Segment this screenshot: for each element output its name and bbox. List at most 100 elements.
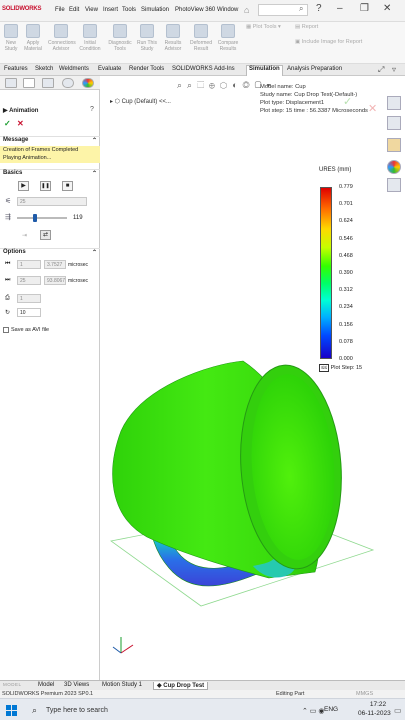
compare-results-button[interactable]: Compare Results (215, 24, 241, 52)
search-icon[interactable]: ⌕ (299, 4, 303, 14)
cancel-icon[interactable]: ✕ (17, 119, 24, 128)
start-frame-field[interactable]: 1 (17, 260, 41, 269)
menu-insert[interactable]: Insert (103, 7, 118, 13)
task-pane-appearance-icon[interactable] (387, 160, 401, 174)
save-avi-label: Save as AVI file (11, 327, 50, 333)
connections-advisor-button[interactable]: Connections Advisor (48, 24, 76, 52)
message-section-header[interactable]: Message ⌃ (0, 136, 100, 145)
tab-model[interactable]: Model (38, 682, 54, 688)
basics-section-header[interactable]: Basics ⌃ (0, 169, 100, 178)
include-image-button[interactable]: ▣ Include Image for Report (295, 39, 362, 45)
menu-file[interactable]: File (55, 7, 65, 13)
status-units[interactable]: MMGS (356, 691, 373, 697)
repeat-field[interactable]: 10 (17, 308, 41, 317)
speed-value: 119 (73, 215, 83, 221)
confirm-corner-cancel-icon[interactable]: ✕ (368, 102, 377, 115)
end-time-field[interactable]: 93.8067 (44, 276, 66, 285)
legend-tick-label: 0.312 (339, 287, 353, 294)
play-button[interactable]: ▶ (18, 181, 29, 191)
deformed-result-button[interactable]: Deformed Result (188, 24, 214, 52)
results-advisor-button[interactable]: Results Advisor (162, 24, 184, 52)
menu-photoview[interactable]: PhotoView 360 (175, 7, 215, 13)
start-frame-icon: ⏮ (5, 261, 11, 267)
language-indicator[interactable]: ENG (324, 706, 338, 713)
taskbar-search-input[interactable]: Type here to search (46, 707, 108, 714)
speed-icon: ⇶ (5, 214, 11, 221)
legend-tick-label: 0.624 (339, 218, 353, 225)
continuous-play-icon[interactable]: ⇥ (22, 232, 27, 239)
legend-title: URES (mm) (319, 167, 352, 173)
pin-icon[interactable]: ⌂ (244, 5, 249, 15)
legend-tick-label: 0.701 (339, 201, 353, 208)
cup-model-svg (110, 360, 375, 654)
menu-edit[interactable]: Edit (69, 7, 79, 13)
notifications-icon[interactable]: ▭ (394, 706, 402, 715)
tab-render-tools[interactable]: Render Tools (127, 66, 166, 72)
task-pane-resources-icon[interactable] (387, 116, 401, 130)
options-section-header[interactable]: Options ⌃ (0, 248, 100, 257)
frames-field[interactable]: 25 (17, 197, 87, 206)
save-avi-checkbox[interactable] (3, 327, 9, 333)
graphics-viewport[interactable]: ▸ ⬡ Cup (Default) <<... ⌕⌕⬚⊕⬡◐◎▢▾ Model … (101, 76, 405, 680)
task-pane-library-icon[interactable] (387, 138, 401, 152)
restore-icon[interactable]: ❐ (360, 3, 369, 14)
tab-3d-views[interactable]: 3D Views (64, 682, 89, 688)
menu-tools[interactable]: Tools (122, 7, 136, 13)
model-name: Model name: Cup (260, 84, 306, 90)
ok-icon[interactable]: ✓ (4, 119, 11, 128)
start-time-field[interactable]: 3.7527 (44, 260, 66, 269)
tab-motion-study[interactable]: Motion Study 1 (102, 682, 142, 688)
initial-condition-button[interactable]: Initial Condition (79, 24, 101, 52)
menu-window[interactable]: Window (217, 7, 238, 13)
expand-icon[interactable]: ⤢ (378, 65, 384, 75)
plot-tools-button[interactable]: ▦ Plot Tools ▾ (246, 24, 281, 30)
pause-button[interactable]: ❚❚ (40, 181, 51, 191)
speed-slider[interactable] (17, 214, 67, 222)
status-bar: SOLIDWORKS Premium 2023 SP0.1 Editing Pa… (0, 690, 405, 698)
stop-button[interactable]: ■ (62, 181, 73, 191)
tab-simulation[interactable]: Simulation (246, 65, 283, 76)
tray-icons[interactable]: ⌃ ▭ ◉ (302, 707, 324, 715)
config-manager-tab[interactable] (42, 78, 54, 88)
help-icon[interactable]: ? (90, 106, 94, 113)
diagnostic-tools-button[interactable]: Diagnostic Tools (107, 24, 133, 52)
close-icon[interactable]: ✕ (383, 3, 391, 14)
clock-date[interactable]: 06-11-2023 (358, 710, 391, 717)
command-tabs: Features Sketch Weldments Evaluate Rende… (0, 64, 405, 76)
start-time-unit: microsec (68, 262, 89, 268)
minimize-icon[interactable]: – (337, 3, 343, 14)
task-pane-home-icon[interactable] (387, 96, 401, 110)
start-button[interactable] (6, 705, 17, 716)
task-pane-custom-props-icon[interactable] (387, 178, 401, 192)
tab-evaluate[interactable]: Evaluate (96, 66, 123, 72)
tab-model-ribbon[interactable]: MODEL (3, 682, 22, 687)
loop-button[interactable]: ⇄ (40, 230, 51, 240)
help-icon[interactable]: ? (316, 3, 322, 14)
speed-slider-thumb[interactable] (33, 214, 38, 222)
document-tabs: MODEL Model 3D Views Motion Study 1 ◆ Cu… (0, 680, 405, 690)
tab-analysis-preparation[interactable]: Analysis Preparation (285, 66, 344, 72)
new-study-button[interactable]: New Study (0, 24, 22, 52)
dimxpert-tab[interactable] (62, 78, 74, 88)
display-manager-tab[interactable] (82, 78, 94, 88)
feature-tree-tab[interactable] (5, 78, 17, 88)
tab-features[interactable]: Features (2, 66, 30, 72)
copies-field[interactable]: 1 (17, 294, 41, 303)
tab-weldments[interactable]: Weldments (57, 66, 91, 72)
menu-simulation[interactable]: Simulation (141, 7, 169, 13)
run-study-button[interactable]: Run This Study (136, 24, 158, 52)
solidworks-logo: SOLIDWORKS (2, 6, 42, 12)
confirm-corner-ok-icon[interactable]: ✓ (343, 95, 352, 108)
report-button[interactable]: ▤ Report (295, 24, 318, 30)
end-frame-field[interactable]: 25 (17, 276, 41, 285)
tree-root-item[interactable]: ▸ ⬡ Cup (Default) <<... (110, 98, 171, 105)
clock-time[interactable]: 17:22 (367, 701, 389, 708)
apply-material-button[interactable]: Apply Material (22, 24, 44, 52)
tab-cup-drop-test[interactable]: ◆ Cup Drop Test (153, 682, 209, 690)
dropdown-icon[interactable]: ▿ (392, 65, 396, 74)
tab-sketch[interactable]: Sketch (33, 66, 55, 72)
property-manager-tab[interactable] (23, 78, 35, 88)
tab-addins[interactable]: SOLIDWORKS Add-Ins (170, 66, 237, 72)
menu-view[interactable]: View (85, 7, 98, 13)
repeat-icon: ↻ (5, 310, 11, 316)
